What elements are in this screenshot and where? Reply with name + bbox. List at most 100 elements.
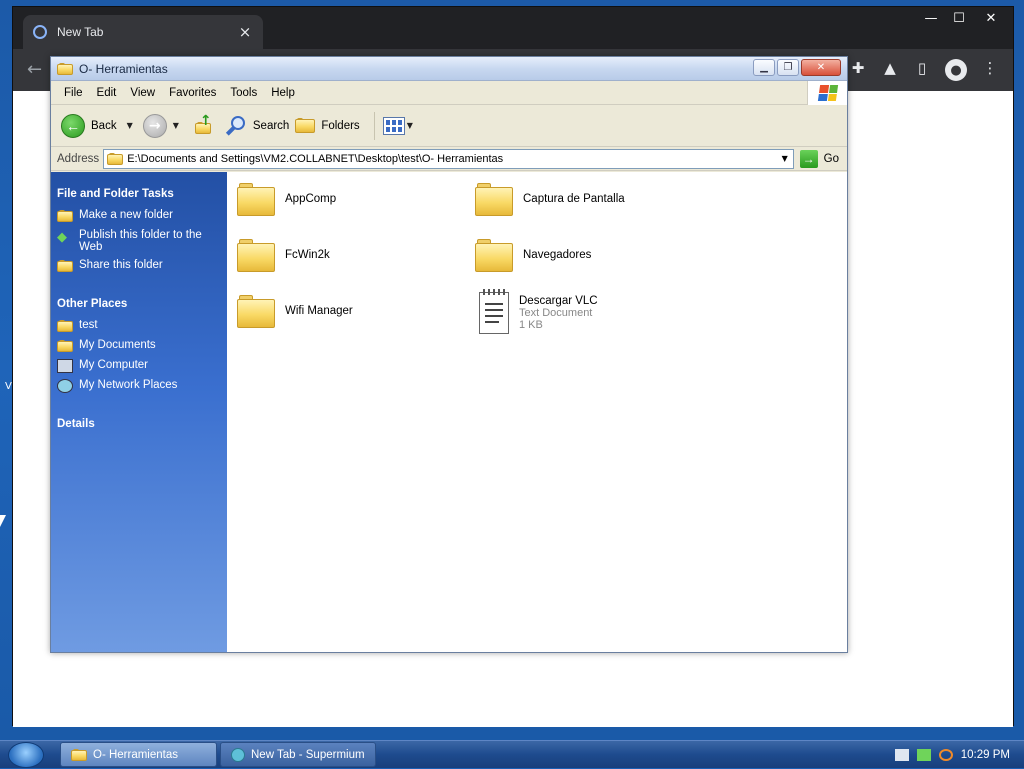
kebab-menu-icon[interactable]: ⋮: [981, 59, 999, 77]
views-icon[interactable]: [382, 116, 405, 135]
up-folder-icon[interactable]: ↑: [193, 113, 215, 137]
place-test[interactable]: test: [51, 316, 227, 336]
text-document-icon: [479, 289, 509, 334]
sidebar-icon[interactable]: ▯: [913, 59, 931, 77]
browser-close-button[interactable]: ✕: [975, 7, 1007, 31]
place-label: test: [79, 319, 98, 331]
back-button[interactable]: ← Back: [61, 113, 117, 138]
tab-close-icon[interactable]: ×: [237, 23, 253, 41]
place-label: My Network Places: [79, 379, 178, 391]
file-item[interactable]: Navegadores: [475, 238, 591, 272]
clock[interactable]: 10:29 PM: [961, 749, 1010, 761]
mouse-cursor-icon: [0, 515, 6, 527]
browser-tab-title: New Tab: [57, 25, 104, 39]
account-icon[interactable]: ●: [945, 59, 967, 81]
menu-view[interactable]: View: [123, 87, 162, 99]
menu-favorites[interactable]: Favorites: [162, 87, 223, 99]
windows-logo-icon: [807, 81, 847, 105]
folder-icon: [237, 182, 275, 216]
file-item[interactable]: Captura de Pantalla: [475, 182, 625, 216]
file-name: Navegadores: [523, 249, 592, 261]
file-item[interactable]: AppComp: [237, 182, 336, 216]
go-button[interactable]: → Go: [799, 149, 839, 168]
explorer-titlebar[interactable]: O- Herramientas ▁ ❐ ✕: [51, 57, 847, 81]
task-publish-web[interactable]: ◆ Publish this folder to the Web: [51, 226, 227, 256]
place-my-computer[interactable]: My Computer: [51, 356, 227, 376]
desktop: New Tab × — ☐ ✕ ← ✚ ▲ ▯ ● ⋮ V O- Herrami…: [0, 0, 1024, 740]
file-type: Text Document: [519, 307, 593, 319]
go-arrow-icon: →: [799, 149, 818, 168]
back-arrow-icon: ←: [61, 113, 85, 138]
address-input[interactable]: E:\Documents and Settings\VM2.COLLABNET\…: [103, 148, 794, 169]
address-dropdown-icon[interactable]: ▼: [777, 154, 793, 163]
views-dropdown-icon[interactable]: ▼: [407, 121, 413, 130]
network-tray-icon[interactable]: [916, 749, 931, 761]
flask-icon[interactable]: ▲: [881, 59, 899, 77]
computer-icon: [57, 359, 73, 373]
task-share-folder[interactable]: Share this folder: [51, 256, 227, 276]
task-label: Publish this folder to the Web: [79, 229, 202, 253]
explorer-minimize-button[interactable]: ▁: [753, 59, 775, 76]
place-my-documents[interactable]: My Documents: [51, 336, 227, 356]
forward-button[interactable]: →: [142, 113, 167, 138]
search-tray-icon[interactable]: [938, 749, 953, 761]
file-name: Wifi Manager: [285, 305, 353, 317]
explorer-title: O- Herramientas: [79, 61, 168, 76]
explorer-window: O- Herramientas ▁ ❐ ✕ File Edit View Fav…: [50, 56, 848, 653]
share-folder-icon: [57, 259, 73, 273]
menu-tools[interactable]: Tools: [223, 87, 264, 99]
forward-dropdown-icon[interactable]: ▼: [173, 121, 179, 130]
browser-tab[interactable]: New Tab ×: [23, 15, 263, 49]
browser-maximize-button[interactable]: ☐: [943, 7, 975, 31]
start-button[interactable]: [8, 742, 44, 768]
back-label: Back: [91, 119, 117, 132]
place-label: My Computer: [79, 359, 149, 371]
search-label: Search: [252, 119, 290, 132]
address-folder-icon: [107, 152, 124, 165]
menu-edit[interactable]: Edit: [90, 87, 124, 99]
file-folder-tasks-header[interactable]: File and Folder Tasks: [51, 182, 227, 206]
folders-label: Folders: [321, 119, 360, 132]
task-label: Make a new folder: [79, 209, 173, 221]
menubar: File Edit View Favorites Tools Help: [51, 81, 847, 105]
file-name: AppComp: [285, 193, 337, 205]
browser-back-icon[interactable]: ←: [27, 59, 42, 80]
menu-help[interactable]: Help: [264, 87, 302, 99]
keyboard-icon[interactable]: [894, 749, 909, 761]
search-button[interactable]: Search: [225, 115, 289, 137]
task-label: Share this folder: [79, 259, 163, 271]
go-label: Go: [823, 152, 839, 165]
folder-icon: [237, 294, 275, 328]
folder-icon: [57, 62, 73, 75]
explorer-close-button[interactable]: ✕: [801, 59, 841, 76]
network-icon: [57, 379, 73, 393]
tab-favicon-icon: [33, 25, 47, 39]
other-places-header[interactable]: Other Places: [51, 292, 227, 316]
file-size: 1 KB: [519, 319, 543, 331]
task-make-new-folder[interactable]: Make a new folder: [51, 206, 227, 226]
explorer-maximize-button[interactable]: ❐: [777, 59, 799, 76]
taskbar-item-browser[interactable]: New Tab - Supermium: [220, 742, 376, 767]
folder-icon: [237, 238, 275, 272]
task-pane: File and Folder Tasks Make a new folder …: [51, 172, 227, 652]
browser-tabstrip: New Tab × — ☐ ✕: [13, 7, 1013, 49]
toolbar-separator: [373, 111, 375, 140]
menu-file[interactable]: File: [57, 87, 90, 99]
place-my-network[interactable]: My Network Places: [51, 376, 227, 396]
folders-button[interactable]: Folders: [295, 117, 360, 134]
file-item[interactable]: FcWin2k: [237, 238, 330, 272]
file-item[interactable]: Wifi Manager: [237, 294, 353, 328]
file-item[interactable]: Descargar VLC Text Document 1 KB: [479, 289, 598, 334]
details-header[interactable]: Details: [51, 412, 227, 436]
place-label: My Documents: [79, 339, 156, 351]
folder-icon: [475, 182, 513, 216]
folder-icon: [57, 319, 73, 333]
file-name: FcWin2k: [285, 249, 330, 261]
back-dropdown-icon[interactable]: ▼: [127, 121, 133, 130]
file-name: Captura de Pantalla: [523, 193, 625, 205]
taskbar-item-explorer[interactable]: O- Herramientas: [60, 742, 217, 767]
taskbar-item-label: New Tab - Supermium: [251, 748, 365, 761]
address-path: E:\Documents and Settings\VM2.COLLABNET\…: [127, 152, 504, 165]
system-tray: 10:29 PM: [894, 741, 1024, 769]
puzzle-icon[interactable]: ✚: [849, 59, 867, 77]
